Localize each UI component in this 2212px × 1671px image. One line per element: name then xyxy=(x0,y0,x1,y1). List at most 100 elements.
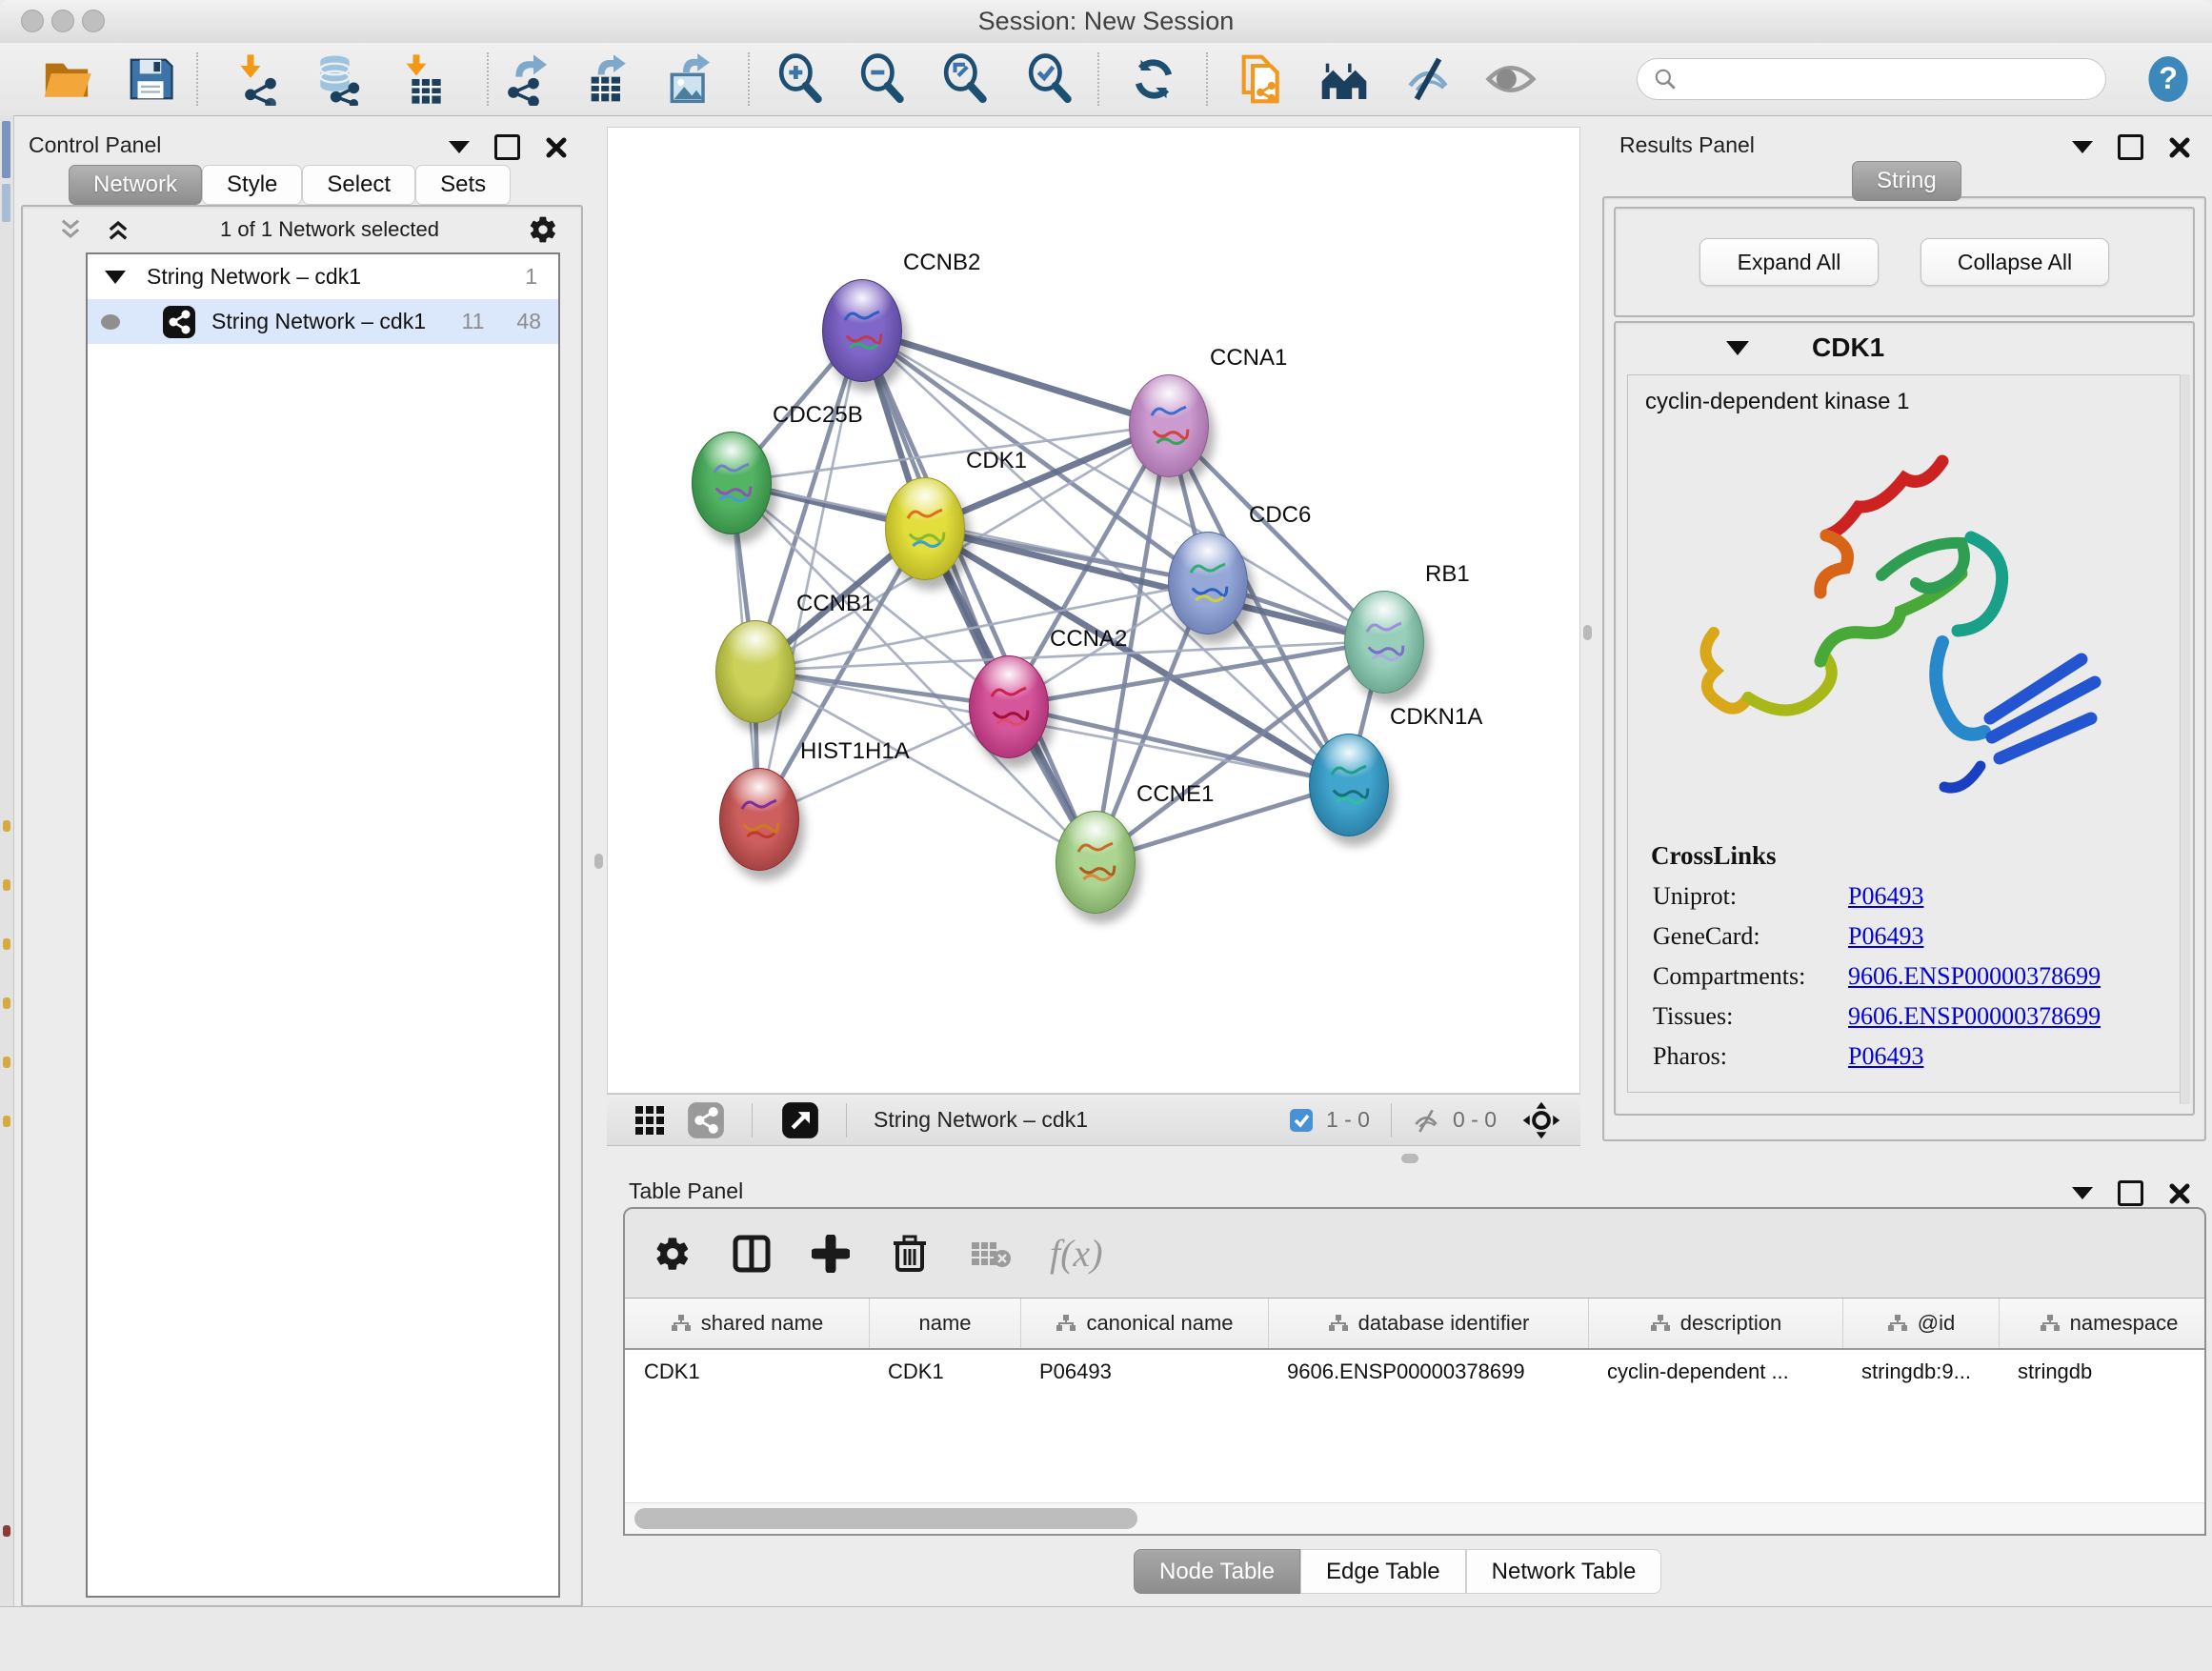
network-node-ccna2[interactable] xyxy=(969,655,1049,758)
column-header-name[interactable]: name xyxy=(869,1299,1020,1348)
table-cell-namespace[interactable]: stringdb xyxy=(1999,1350,2206,1393)
crosslink-link-tissues[interactable]: 9606.ENSP00000378699 xyxy=(1848,1002,2101,1031)
network-view-string-icon[interactable] xyxy=(687,1101,725,1139)
panel-menu-icon[interactable] xyxy=(449,141,470,153)
zoom-out-icon[interactable] xyxy=(853,50,912,109)
table-cell-shared-name[interactable]: CDK1 xyxy=(625,1350,869,1393)
column-header-id[interactable]: @id xyxy=(1842,1299,1999,1348)
panel-menu-icon[interactable] xyxy=(2072,1187,2093,1199)
column-header-namespace[interactable]: namespace xyxy=(1999,1299,2206,1348)
tab-network[interactable]: Network xyxy=(69,165,202,205)
detach-view-icon[interactable] xyxy=(781,1101,819,1139)
network-collection-row[interactable]: String Network – cdk1 1 xyxy=(88,254,558,299)
network-node-cdc25b[interactable] xyxy=(692,432,772,534)
export-network-icon[interactable] xyxy=(497,50,556,109)
duplicate-network-icon[interactable] xyxy=(1230,50,1289,109)
table-options-gear-icon[interactable] xyxy=(654,1235,692,1273)
panel-close-icon[interactable] xyxy=(545,136,568,159)
network-node-ccna1[interactable] xyxy=(1129,374,1209,477)
gene-expander-icon[interactable] xyxy=(1726,341,1749,355)
column-header-database-identifier[interactable]: database identifier xyxy=(1268,1299,1588,1348)
column-header-shared-name[interactable]: shared name xyxy=(625,1299,869,1348)
table-cell-name[interactable]: CDK1 xyxy=(869,1350,1020,1393)
horizontal-splitter[interactable] xyxy=(607,1146,2212,1171)
network-label: String Network – cdk1 xyxy=(211,309,426,334)
network-edge[interactable] xyxy=(861,330,1168,425)
save-session-icon[interactable] xyxy=(121,50,180,109)
tab-network-table[interactable]: Network Table xyxy=(1466,1549,1662,1594)
network-node-hist1h1a[interactable] xyxy=(719,768,799,871)
birds-eye-toggle-icon[interactable] xyxy=(1521,1100,1561,1140)
right-splitter[interactable] xyxy=(1583,115,1593,1146)
panel-float-icon[interactable] xyxy=(2118,134,2143,160)
delete-table-icon[interactable] xyxy=(970,1238,1012,1269)
network-row-selected[interactable]: String Network – cdk1 11 48 xyxy=(88,299,558,344)
gene-section-header[interactable]: CDK1 xyxy=(1616,323,2193,372)
network-node-ccnb2[interactable] xyxy=(822,279,902,382)
table-cell-database-identifier[interactable]: 9606.ENSP00000378699 xyxy=(1268,1350,1588,1393)
tab-string[interactable]: String xyxy=(1852,161,1961,201)
import-network-from-database-icon[interactable] xyxy=(309,50,368,109)
crosslink-link-pharos[interactable]: P06493 xyxy=(1848,1042,1923,1071)
table-row[interactable]: CDK1CDK1P064939606.ENSP00000378699cyclin… xyxy=(625,1350,2204,1393)
collection-expander-icon[interactable] xyxy=(105,271,126,284)
delete-column-trash-icon[interactable] xyxy=(892,1234,928,1274)
search-input[interactable] xyxy=(1687,66,2091,92)
toolbar-search[interactable] xyxy=(1637,58,2106,100)
export-table-icon[interactable] xyxy=(577,50,636,109)
left-splitter[interactable] xyxy=(593,115,606,1606)
network-canvas[interactable]: CCNB2CCNA1CDC25BCDK1CDC6RB1CCNB1CCNA2CDK… xyxy=(607,127,1580,1094)
show-columns-icon[interactable] xyxy=(732,1234,772,1274)
panel-close-icon[interactable] xyxy=(2168,1182,2191,1205)
help-icon[interactable]: ? xyxy=(2139,50,2198,109)
zoom-fit-content-icon[interactable] xyxy=(935,50,995,109)
grid-view-icon[interactable] xyxy=(633,1104,666,1137)
table-cell-canonical-name[interactable]: P06493 xyxy=(1020,1350,1268,1393)
network-node-ccnb1[interactable] xyxy=(715,620,795,723)
results-scrollbar[interactable] xyxy=(2180,374,2190,1104)
crosslink-link-uniprot[interactable]: P06493 xyxy=(1848,882,1923,911)
panel-menu-icon[interactable] xyxy=(2072,141,2093,153)
export-image-icon[interactable] xyxy=(660,50,719,109)
expand-all-button[interactable]: Expand All xyxy=(1699,238,1879,286)
tab-style[interactable]: Style xyxy=(202,165,302,205)
tab-node-table[interactable]: Node Table xyxy=(1134,1549,1300,1594)
network-node-cdc6[interactable] xyxy=(1168,532,1248,634)
network-list-options-gear-icon[interactable] xyxy=(528,214,558,245)
table-cell-description[interactable]: cyclin-dependent ... xyxy=(1588,1350,1842,1393)
table-hscrollbar[interactable] xyxy=(625,1502,2204,1535)
column-header-canonical-name[interactable]: canonical name xyxy=(1020,1299,1268,1348)
import-network-from-file-icon[interactable] xyxy=(228,50,287,109)
network-edge[interactable] xyxy=(1008,706,1348,784)
network-node-cdk1[interactable] xyxy=(885,477,965,580)
import-table-from-file-icon[interactable] xyxy=(393,50,452,109)
function-builder-icon[interactable]: f(x) xyxy=(1050,1231,1103,1276)
network-edge[interactable] xyxy=(861,330,1095,861)
tab-edge-table[interactable]: Edge Table xyxy=(1300,1549,1466,1594)
network-node-count: 11 xyxy=(462,309,485,334)
table-cell-id[interactable]: stringdb:9... xyxy=(1842,1350,1999,1393)
network-node-cdkn1a[interactable] xyxy=(1309,734,1389,836)
hscrollbar-thumb[interactable] xyxy=(634,1508,1137,1529)
open-session-icon[interactable] xyxy=(37,50,96,109)
network-node-rb1[interactable] xyxy=(1344,591,1424,694)
first-neighbors-icon[interactable] xyxy=(1315,50,1374,109)
collapse-all-icon[interactable] xyxy=(57,216,84,243)
tab-select[interactable]: Select xyxy=(302,165,415,205)
collapse-all-button[interactable]: Collapse All xyxy=(1920,238,2109,286)
column-header-description[interactable]: description xyxy=(1588,1299,1842,1348)
zoom-selected-icon[interactable] xyxy=(1020,50,1079,109)
panel-float-icon[interactable] xyxy=(494,134,520,160)
tab-sets[interactable]: Sets xyxy=(415,165,511,205)
hide-selected-icon[interactable] xyxy=(1398,50,1458,109)
expand-all-icon[interactable] xyxy=(105,216,131,243)
crosslink-link-compartments[interactable]: 9606.ENSP00000378699 xyxy=(1848,962,2101,991)
create-column-plus-icon[interactable] xyxy=(812,1235,850,1273)
zoom-in-icon[interactable] xyxy=(771,50,830,109)
show-all-eye-icon[interactable] xyxy=(1481,50,1540,109)
crosslink-link-genecard[interactable]: P06493 xyxy=(1848,922,1923,951)
refresh-view-icon[interactable] xyxy=(1124,50,1183,109)
panel-float-icon[interactable] xyxy=(2118,1180,2143,1206)
panel-close-icon[interactable] xyxy=(2168,136,2191,159)
network-node-ccne1[interactable] xyxy=(1056,811,1136,914)
